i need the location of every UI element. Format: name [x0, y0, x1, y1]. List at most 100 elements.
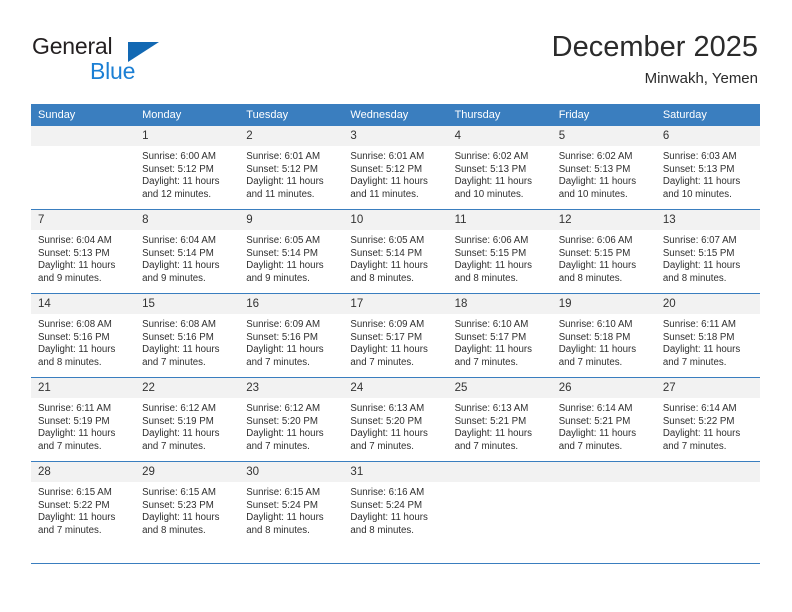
daylight-text-line2: and 7 minutes. [558, 356, 623, 368]
sunset-text: Sunset: 5:24 PM [350, 499, 423, 511]
daylight-text-line1: Daylight: 11 hours [246, 428, 324, 440]
day-cell[interactable]: 31 Sunrise: 6:16 AM Sunset: 5:24 PM Dayl… [343, 461, 448, 545]
sunset-text: Sunset: 5:18 PM [558, 331, 631, 343]
day-cell[interactable] [447, 461, 552, 545]
daylight-text-line2: and 11 minutes. [350, 188, 419, 200]
daylight-text-line2: and 7 minutes. [38, 440, 102, 452]
day-cell[interactable]: 18 Sunrise: 6:10 AM Sunset: 5:17 PM Dayl… [447, 293, 552, 378]
daylight-text-line2: and 7 minutes. [662, 440, 727, 452]
day-number: 8 [135, 210, 240, 230]
day-cell[interactable]: 3 Sunrise: 6:01 AM Sunset: 5:12 PM Dayli… [343, 126, 448, 210]
day-cell[interactable]: 30 Sunrise: 6:15 AM Sunset: 5:24 PM Dayl… [239, 461, 344, 545]
day-number: 12 [551, 210, 656, 230]
day-cell[interactable]: 11 Sunrise: 6:06 AM Sunset: 5:15 PM Dayl… [447, 209, 552, 294]
day-info: Sunrise: 6:06 AM Sunset: 5:15 PM Dayligh… [448, 230, 552, 285]
day-cell[interactable]: 27 Sunrise: 6:14 AM Sunset: 5:22 PM Dayl… [655, 377, 760, 462]
daylight-text-line1: Daylight: 11 hours [38, 512, 116, 524]
sunrise-text: Sunrise: 6:06 AM [558, 235, 633, 246]
daylight-text-line1: Daylight: 11 hours [454, 176, 532, 188]
day-info: Sunrise: 6:13 AM Sunset: 5:20 PM Dayligh… [343, 398, 447, 453]
day-cell[interactable] [655, 461, 760, 545]
day-number: 3 [343, 126, 448, 146]
day-cell[interactable]: 6 Sunrise: 6:03 AM Sunset: 5:13 PM Dayli… [655, 126, 760, 210]
day-cell[interactable]: 4 Sunrise: 6:02 AM Sunset: 5:13 PM Dayli… [447, 126, 552, 210]
daylight-text-line1: Daylight: 11 hours [454, 428, 532, 440]
day-number: 5 [551, 126, 656, 146]
day-cell[interactable]: 28 Sunrise: 6:15 AM Sunset: 5:22 PM Dayl… [31, 461, 136, 545]
day-info: Sunrise: 6:16 AM Sunset: 5:24 PM Dayligh… [343, 482, 447, 537]
daylight-text-line2: and 7 minutes. [350, 356, 414, 368]
daylight-text-line1: Daylight: 11 hours [38, 260, 116, 272]
daylight-text-line2: and 9 minutes. [246, 272, 310, 284]
day-cell[interactable]: 25 Sunrise: 6:13 AM Sunset: 5:21 PM Dayl… [447, 377, 552, 462]
day-info: Sunrise: 6:07 AM Sunset: 5:15 PM Dayligh… [656, 230, 760, 285]
day-info: Sunrise: 6:08 AM Sunset: 5:16 PM Dayligh… [135, 314, 239, 369]
day-cell[interactable]: 22 Sunrise: 6:12 AM Sunset: 5:19 PM Dayl… [135, 377, 240, 462]
day-cell[interactable]: 24 Sunrise: 6:13 AM Sunset: 5:20 PM Dayl… [343, 377, 448, 462]
sunset-text: Sunset: 5:14 PM [350, 247, 423, 259]
day-number: 6 [655, 126, 760, 146]
sunrise-text: Sunrise: 6:06 AM [454, 235, 529, 246]
daylight-text-line2: and 8 minutes. [350, 272, 414, 284]
day-info: Sunrise: 6:12 AM Sunset: 5:20 PM Dayligh… [239, 398, 343, 453]
day-cell[interactable]: 21 Sunrise: 6:11 AM Sunset: 5:19 PM Dayl… [31, 377, 136, 462]
day-number: 1 [135, 126, 240, 146]
day-cell[interactable]: 23 Sunrise: 6:12 AM Sunset: 5:20 PM Dayl… [239, 377, 344, 462]
daylight-text-line1: Daylight: 11 hours [350, 344, 428, 356]
daylight-text-line2: and 7 minutes. [454, 440, 519, 452]
day-cell[interactable]: 17 Sunrise: 6:09 AM Sunset: 5:17 PM Dayl… [343, 293, 448, 378]
day-cell[interactable]: 5 Sunrise: 6:02 AM Sunset: 5:13 PM Dayli… [551, 126, 656, 210]
daylight-text-line1: Daylight: 11 hours [38, 428, 116, 440]
sunset-text: Sunset: 5:13 PM [454, 163, 527, 175]
sunrise-text: Sunrise: 6:01 AM [246, 151, 321, 162]
daylight-text-line2: and 7 minutes. [142, 440, 206, 452]
sunset-text: Sunset: 5:23 PM [142, 499, 214, 511]
day-cell[interactable]: 2 Sunrise: 6:01 AM Sunset: 5:12 PM Dayli… [239, 126, 344, 210]
day-cell[interactable]: 14 Sunrise: 6:08 AM Sunset: 5:16 PM Dayl… [31, 293, 136, 378]
sunset-text: Sunset: 5:14 PM [246, 247, 318, 259]
day-info: Sunrise: 6:09 AM Sunset: 5:16 PM Dayligh… [239, 314, 343, 369]
page-subtitle: Minwakh, Yemen [644, 70, 758, 87]
sunset-text: Sunset: 5:12 PM [246, 163, 318, 175]
day-cell[interactable]: 8 Sunrise: 6:04 AM Sunset: 5:14 PM Dayli… [135, 209, 240, 294]
sunrise-text: Sunrise: 6:04 AM [142, 235, 216, 246]
week-row: 14 Sunrise: 6:08 AM Sunset: 5:16 PM Dayl… [31, 293, 760, 378]
day-info: Sunrise: 6:00 AM Sunset: 5:12 PM Dayligh… [135, 146, 239, 201]
day-cell[interactable]: 20 Sunrise: 6:11 AM Sunset: 5:18 PM Dayl… [655, 293, 760, 378]
day-cell[interactable]: 12 Sunrise: 6:06 AM Sunset: 5:15 PM Dayl… [551, 209, 656, 294]
day-info: Sunrise: 6:02 AM Sunset: 5:13 PM Dayligh… [448, 146, 552, 201]
logo-primary-text: General [32, 33, 113, 59]
general-blue-logo[interactable]: General Blue [32, 33, 222, 91]
sunrise-text: Sunrise: 6:08 AM [142, 319, 216, 330]
daylight-text-line1: Daylight: 11 hours [246, 176, 324, 188]
sunset-text: Sunset: 5:15 PM [454, 247, 527, 259]
day-info: Sunrise: 6:10 AM Sunset: 5:18 PM Dayligh… [552, 314, 656, 369]
day-cell[interactable]: 29 Sunrise: 6:15 AM Sunset: 5:23 PM Dayl… [135, 461, 240, 545]
sunrise-text: Sunrise: 6:09 AM [246, 319, 321, 330]
day-cell[interactable]: 1 Sunrise: 6:00 AM Sunset: 5:12 PM Dayli… [135, 126, 240, 210]
sunrise-text: Sunrise: 6:04 AM [38, 235, 112, 246]
day-cell[interactable]: 19 Sunrise: 6:10 AM Sunset: 5:18 PM Dayl… [551, 293, 656, 378]
day-cell[interactable] [31, 126, 136, 210]
daylight-text-line1: Daylight: 11 hours [662, 260, 741, 272]
weekday-header-thursday: Thursday [447, 104, 552, 126]
day-cell[interactable] [551, 461, 656, 545]
sunset-text: Sunset: 5:16 PM [142, 331, 214, 343]
daylight-text-line2: and 8 minutes. [38, 356, 102, 368]
sunrise-text: Sunrise: 6:11 AM [38, 403, 112, 414]
day-number: 10 [343, 210, 448, 230]
day-cell[interactable]: 13 Sunrise: 6:07 AM Sunset: 5:15 PM Dayl… [655, 209, 760, 294]
day-cell[interactable]: 7 Sunrise: 6:04 AM Sunset: 5:13 PM Dayli… [31, 209, 136, 294]
week-row: 1 Sunrise: 6:00 AM Sunset: 5:12 PM Dayli… [31, 126, 760, 210]
day-info: Sunrise: 6:14 AM Sunset: 5:21 PM Dayligh… [552, 398, 656, 453]
day-cell[interactable]: 15 Sunrise: 6:08 AM Sunset: 5:16 PM Dayl… [135, 293, 240, 378]
day-cell[interactable]: 16 Sunrise: 6:09 AM Sunset: 5:16 PM Dayl… [239, 293, 344, 378]
day-number: 11 [447, 210, 552, 230]
day-info: Sunrise: 6:09 AM Sunset: 5:17 PM Dayligh… [343, 314, 447, 369]
daylight-text-line1: Daylight: 11 hours [142, 512, 220, 524]
day-cell[interactable]: 26 Sunrise: 6:14 AM Sunset: 5:21 PM Dayl… [551, 377, 656, 462]
day-cell[interactable]: 9 Sunrise: 6:05 AM Sunset: 5:14 PM Dayli… [239, 209, 344, 294]
daylight-text-line1: Daylight: 11 hours [454, 344, 532, 356]
daylight-text-line2: and 7 minutes. [38, 524, 102, 536]
day-cell[interactable]: 10 Sunrise: 6:05 AM Sunset: 5:14 PM Dayl… [343, 209, 448, 294]
